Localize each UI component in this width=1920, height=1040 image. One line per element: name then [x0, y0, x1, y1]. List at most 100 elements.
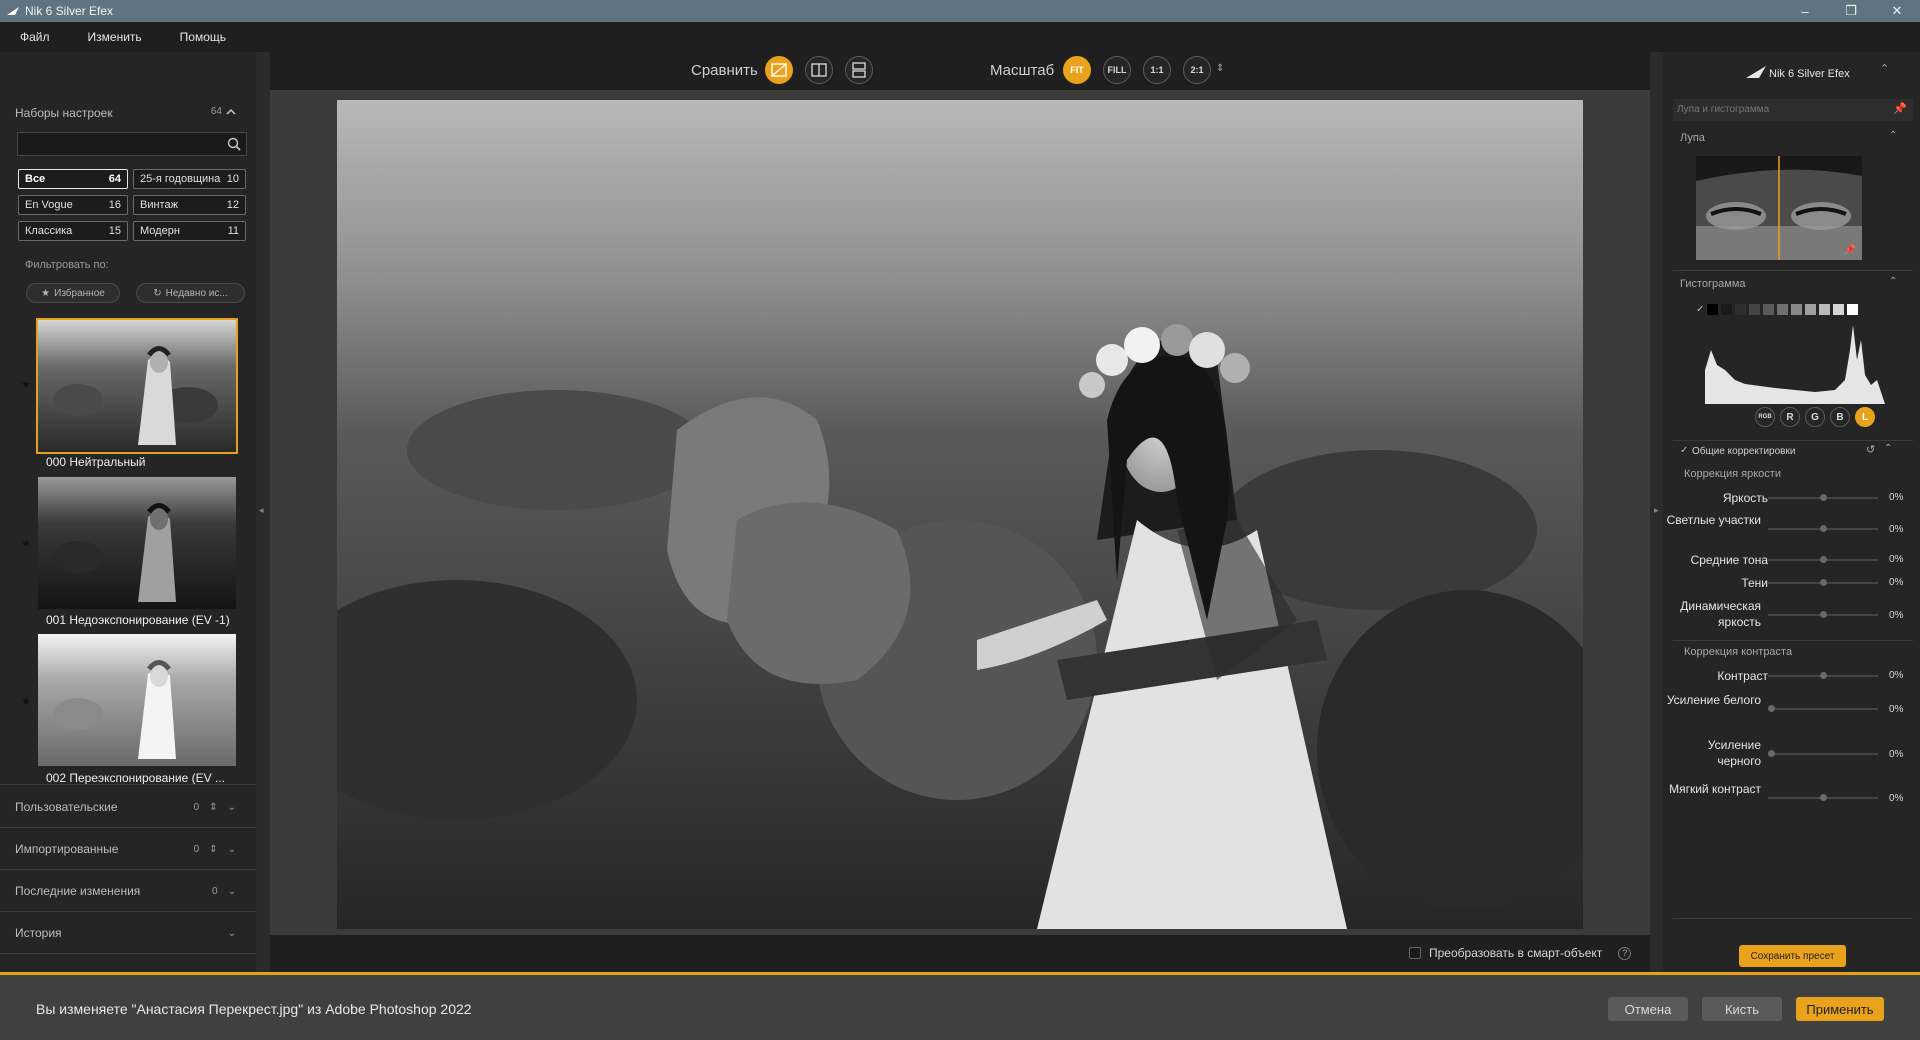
loupe-view[interactable]: 📌 [1696, 156, 1862, 260]
channel-b-button[interactable]: B [1830, 407, 1850, 427]
zone-swatch[interactable] [1763, 303, 1775, 315]
collapse-right-panel-icon[interactable]: ▸ [1654, 505, 1659, 516]
apply-button[interactable]: Применить [1796, 997, 1884, 1021]
smart-object-checkbox[interactable] [1409, 947, 1421, 959]
menu-file[interactable]: Файл [0, 30, 68, 44]
status-bar: Вы изменяете "Анастасия Перекрест.jpg" и… [0, 972, 1920, 1040]
preview-photo [337, 100, 1583, 929]
zoom-stepper-icon[interactable]: ⇕ [1216, 63, 1224, 74]
save-preset-button[interactable]: Сохранить пресет [1739, 945, 1846, 967]
loupe-histogram-header: Лупа и гистограмма 📌 [1673, 99, 1913, 121]
zone-swatch[interactable] [1805, 303, 1817, 315]
slider-amplify-whites: Усиление белого 0% [1666, 693, 1904, 715]
zone-swatch[interactable] [1833, 303, 1845, 315]
help-icon[interactable]: ? [1618, 946, 1632, 960]
chevron-up-icon[interactable]: ⌃ [1884, 443, 1892, 454]
highlights-slider[interactable] [1768, 523, 1878, 535]
zone-swatch[interactable] [1721, 303, 1733, 315]
tag-all[interactable]: Все 64 [18, 169, 128, 189]
favorite-star-icon[interactable]: ★ [21, 695, 31, 708]
tag-vintage[interactable]: Винтаж 12 [133, 195, 246, 215]
close-button[interactable]: ✕ [1874, 0, 1920, 22]
chevron-up-icon[interactable] [226, 108, 236, 116]
sort-icon[interactable]: ⇕ [209, 844, 217, 855]
filter-recent[interactable]: ↻ Недавно ис... [136, 283, 245, 303]
zone-swatch[interactable] [1735, 303, 1747, 315]
zone-swatch[interactable] [1819, 303, 1831, 315]
menu-help[interactable]: Помощь [160, 30, 244, 44]
tag-25-anniversary[interactable]: 25-я годовщина 10 [133, 169, 246, 189]
maximize-button[interactable]: ❐ [1828, 0, 1874, 22]
status-message: Вы изменяете "Анастасия Перекрест.jpg" и… [36, 1001, 472, 1017]
tag-en-vogue[interactable]: En Vogue 16 [18, 195, 128, 215]
chevron-down-icon[interactable]: ⌄ [228, 886, 236, 897]
soft-contrast-slider[interactable] [1768, 792, 1878, 804]
section-recent-changes[interactable]: Последние изменения 0 ⌄ [0, 871, 256, 911]
zone-swatch[interactable] [1707, 303, 1719, 315]
zone-swatch[interactable] [1791, 303, 1803, 315]
zone-swatch[interactable] [1847, 303, 1859, 315]
divider [1673, 440, 1913, 441]
sort-icon[interactable]: ⇕ [209, 802, 217, 813]
chevron-down-icon[interactable]: ⌄ [228, 844, 236, 855]
filter-favorites[interactable]: ★ Избранное [26, 283, 120, 303]
preset-thumbnail[interactable] [38, 634, 236, 766]
channel-l-button[interactable]: L [1855, 407, 1875, 427]
reset-icon[interactable]: ↺ [1866, 443, 1875, 456]
chevron-down-icon[interactable]: ⌄ [228, 802, 236, 813]
amplify-blacks-slider[interactable] [1768, 748, 1878, 760]
channel-g-button[interactable]: G [1805, 407, 1825, 427]
slider-soft-contrast: Мягкий контраст 0% [1669, 782, 1904, 804]
chevron-up-icon[interactable]: ⌃ [1889, 276, 1897, 287]
chevron-down-icon[interactable]: ⌄ [228, 928, 236, 939]
app-logo-icon [7, 7, 19, 15]
contrast-slider[interactable] [1768, 670, 1878, 682]
brightness-slider[interactable] [1768, 492, 1878, 504]
collapse-panel-icon[interactable]: ⌃ [1880, 62, 1889, 75]
preset-search-input[interactable] [17, 132, 247, 156]
favorite-star-icon[interactable]: ★ [21, 537, 31, 550]
dynamic-brightness-slider[interactable] [1768, 609, 1878, 621]
collapse-left-panel-icon[interactable]: ◂ [259, 505, 264, 516]
cancel-button[interactable]: Отмена [1608, 997, 1688, 1021]
tonal-zone-strip[interactable]: ✓ [1696, 302, 1892, 316]
smart-object-option[interactable]: Преобразовать в смарт-объект ? [1409, 946, 1632, 960]
midtones-slider[interactable] [1768, 554, 1878, 566]
zoom-fit-button[interactable]: FIT [1063, 56, 1091, 84]
title-bar: Nik 6 Silver Efex – ❐ ✕ [0, 0, 1920, 22]
shadows-slider[interactable] [1768, 577, 1878, 589]
split-view-icon [811, 63, 827, 77]
zone-swatch[interactable] [1749, 303, 1761, 315]
zoom-1-1-button[interactable]: 1:1 [1143, 56, 1171, 84]
slider-amplify-blacks: Усиление черного 0% [1707, 738, 1904, 768]
tag-modern[interactable]: Модерн 11 [133, 221, 246, 241]
preset-thumbnail[interactable] [38, 477, 236, 609]
compare-split-view-button[interactable] [805, 56, 833, 84]
favorite-star-icon[interactable]: ★ [21, 378, 31, 391]
section-imported[interactable]: Импортированные 0 ⇕ ⌄ [0, 829, 256, 869]
chevron-up-icon[interactable]: ⌃ [1889, 130, 1897, 141]
check-icon[interactable]: ✓ [1680, 445, 1688, 456]
pin-icon[interactable]: 📌 [1893, 102, 1907, 115]
divider [0, 911, 256, 912]
compare-side-by-side-button[interactable] [845, 56, 873, 84]
channel-r-button[interactable]: R [1780, 407, 1800, 427]
divider [1673, 270, 1913, 271]
preview-image[interactable] [337, 100, 1583, 929]
tag-classic[interactable]: Классика 15 [18, 221, 128, 241]
menu-edit[interactable]: Изменить [68, 30, 160, 44]
section-user-presets[interactable]: Пользовательские 0 ⇕ ⌄ [0, 787, 256, 827]
compare-single-view-button[interactable] [765, 56, 793, 84]
preset-thumbnail[interactable] [36, 318, 238, 454]
zone-swatch[interactable] [1777, 303, 1789, 315]
zoom-label: Масштаб [990, 62, 1055, 79]
minimize-button[interactable]: – [1782, 0, 1828, 22]
zoom-fill-button[interactable]: FILL [1103, 56, 1131, 84]
section-history[interactable]: История ⌄ [0, 913, 256, 953]
brush-button[interactable]: Кисть [1702, 997, 1782, 1021]
pin-icon[interactable]: 📌 [1844, 245, 1856, 256]
zoom-2-1-button[interactable]: 2:1 [1183, 56, 1211, 84]
divider [0, 869, 256, 870]
amplify-whites-slider[interactable] [1768, 703, 1878, 715]
channel-rgb-button[interactable]: RGB [1755, 407, 1775, 427]
